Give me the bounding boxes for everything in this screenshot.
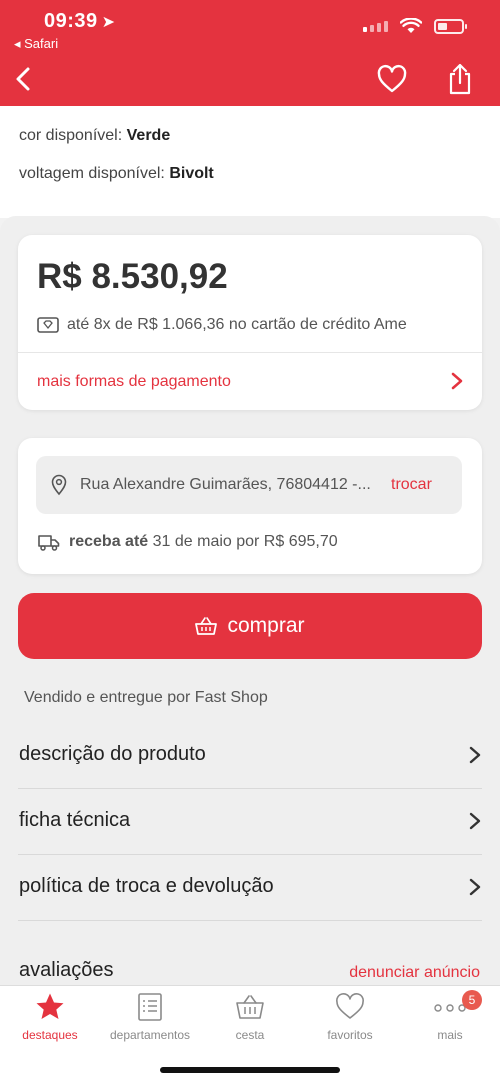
status-indicators (363, 18, 467, 34)
payment-options-link[interactable]: mais formas de pagamento (37, 373, 231, 391)
tab-cesta[interactable]: cesta (200, 992, 300, 1052)
chevron-right-icon (469, 812, 481, 830)
tab-mais[interactable]: 5 mais (400, 990, 500, 1052)
status-time: 09:39 ➤ (44, 10, 116, 32)
location-arrow-icon: ➤ (101, 14, 116, 31)
buy-button-label: comprar (227, 614, 305, 637)
back-to-app-link[interactable]: ◂ Safari (14, 36, 58, 52)
list-icon (138, 993, 162, 1021)
cellular-signal-icon (363, 20, 388, 32)
product-options: cor disponível: Verde voltagem disponíve… (0, 106, 500, 218)
delivery-card: Rua Alexandre Guimarães, 76804412 -... t… (18, 438, 482, 574)
seller-info: Vendido e entregue por Fast Shop (24, 689, 268, 706)
address-text: Rua Alexandre Guimarães, 76804412 -... (80, 476, 371, 493)
app-header: 09:39 ➤ ◂ Safari (0, 0, 500, 106)
buy-button[interactable]: comprar (18, 593, 482, 659)
truck-icon (38, 535, 60, 551)
battery-icon (434, 18, 467, 34)
share-icon[interactable] (446, 62, 474, 96)
home-indicator (160, 1067, 340, 1073)
wifi-icon (400, 18, 422, 33)
section-label: política de troca e devolução (19, 875, 274, 897)
basket-icon (195, 617, 218, 635)
chevron-right-icon (469, 878, 481, 896)
address-box[interactable]: Rua Alexandre Guimarães, 76804412 -... t… (36, 456, 462, 514)
shipping-info: receba até 31 de maio por R$ 695,70 (38, 533, 338, 551)
color-option: cor disponível: Verde (19, 127, 171, 144)
change-address-link[interactable]: trocar (391, 476, 432, 494)
section-return-policy[interactable]: política de troca e devolução (18, 855, 482, 921)
star-icon (36, 993, 64, 1019)
location-pin-icon (51, 474, 67, 496)
back-arrow-icon[interactable] (12, 64, 36, 94)
favorite-heart-icon[interactable] (376, 64, 408, 94)
tab-favoritos[interactable]: favoritos (300, 992, 400, 1052)
reviews-heading: avaliações (19, 959, 114, 981)
price-card: R$ 8.530,92 até 8x de R$ 1.066,36 no car… (18, 235, 482, 410)
credit-card-icon (37, 317, 59, 333)
basket-icon (236, 995, 264, 1019)
chevron-right-icon (469, 746, 481, 764)
chevron-right-icon[interactable] (450, 371, 464, 391)
installments: até 8x de R$ 1.066,36 no cartão de crédi… (37, 316, 407, 334)
report-listing-link[interactable]: denunciar anúncio (349, 964, 480, 982)
section-product-description[interactable]: descrição do produto (18, 723, 482, 789)
notification-badge: 5 (462, 990, 482, 1010)
tab-destaques[interactable]: destaques (0, 992, 100, 1052)
section-label: descrição do produto (19, 743, 206, 765)
heart-icon (336, 993, 364, 1019)
tab-departamentos[interactable]: departamentos (100, 992, 200, 1052)
card-divider (18, 352, 482, 353)
section-label: ficha técnica (19, 809, 131, 831)
voltage-option: voltagem disponível: Bivolt (19, 165, 214, 182)
purchase-panel: R$ 8.530,92 até 8x de R$ 1.066,36 no car… (0, 216, 500, 986)
section-technical-sheet[interactable]: ficha técnica (18, 789, 482, 855)
price: R$ 8.530,92 (37, 257, 228, 296)
